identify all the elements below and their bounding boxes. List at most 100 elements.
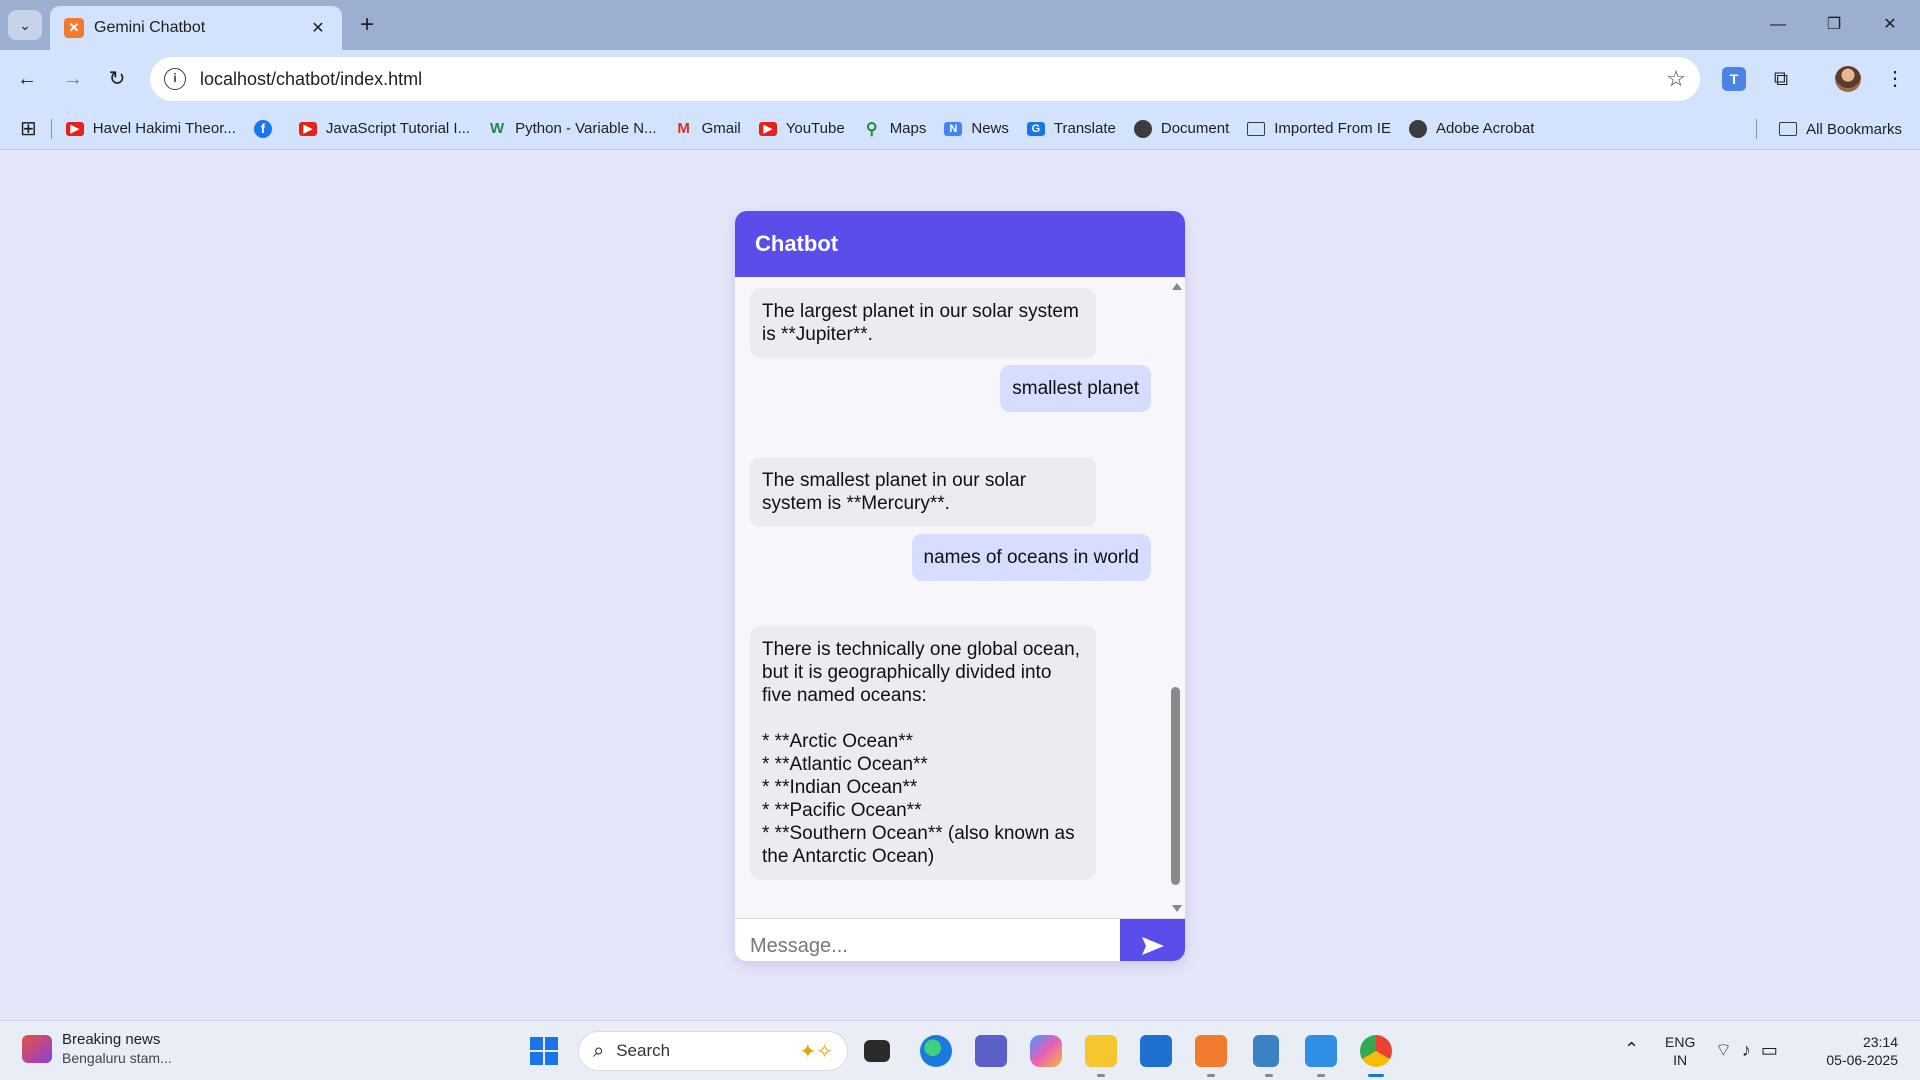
folder-icon	[1247, 121, 1266, 136]
bookmark-item[interactable]: Imported From IE	[1247, 120, 1391, 137]
system-tray[interactable]: ⌔♪▭	[1715, 1039, 1788, 1062]
taskbar: Breaking news Bengaluru stam... ⌕ Search…	[0, 1020, 1920, 1080]
youtube-icon: ▶	[758, 121, 777, 136]
forward-button[interactable]: →	[56, 62, 90, 96]
taskbar-search[interactable]: ⌕ Search ✦✧	[578, 1031, 848, 1071]
all-bookmarks-button[interactable]: All Bookmarks	[1779, 108, 1902, 150]
bookmarks-divider	[50, 118, 52, 139]
tab-search-button[interactable]: ⌄	[8, 10, 42, 40]
edge-icon[interactable]	[920, 1035, 952, 1067]
browser-toolbar: ← → ↻ i localhost/chatbot/index.html ☆ T…	[0, 50, 1920, 108]
xampp-icon[interactable]	[1195, 1035, 1227, 1077]
bookmark-item[interactable]: G Translate	[1026, 120, 1116, 137]
bookmark-item[interactable]: M Gmail	[675, 120, 740, 137]
chevron-up-icon[interactable]: ⌃	[1624, 1039, 1639, 1060]
chat-scrollbar[interactable]	[1169, 277, 1183, 918]
chrome-icon[interactable]	[1360, 1035, 1392, 1077]
scroll-up-arrow-icon[interactable]	[1172, 283, 1182, 290]
url-text[interactable]: localhost/chatbot/index.html	[200, 69, 1666, 90]
bot-message: The smallest planet in our solar system …	[750, 457, 1096, 527]
language-indicator[interactable]: ENG IN	[1665, 1033, 1695, 1069]
user-message: names of oceans in world	[911, 534, 1151, 581]
copilot-sparkle-icon: ✦✧	[799, 1040, 833, 1063]
bookmark-item[interactable]: ▶ Havel Hakimi Theor...	[65, 120, 236, 137]
scrollbar-thumb[interactable]	[1171, 687, 1180, 885]
avatar[interactable]	[1835, 66, 1861, 92]
w3schools-icon: W	[490, 120, 505, 137]
message-input[interactable]	[735, 919, 1120, 961]
maps-icon: ⚲	[865, 120, 878, 138]
globe-icon	[1133, 119, 1152, 138]
volume-icon: ♪	[1741, 1040, 1761, 1060]
tab-title: Gemini Chatbot	[94, 19, 206, 36]
chevron-down-icon: ⌄	[19, 16, 31, 33]
close-window-button[interactable]: ✕	[1870, 10, 1910, 40]
windows-start-icon[interactable]	[530, 1037, 558, 1065]
news-title: Breaking news	[62, 1031, 161, 1048]
close-tab-icon[interactable]: ✕	[308, 18, 328, 38]
reload-button[interactable]: ↻	[100, 62, 134, 96]
all-bookmarks-label: All Bookmarks	[1806, 120, 1902, 138]
chatbot-widget: Chatbot The largest planet in our solar …	[735, 211, 1185, 961]
bookmark-label: Imported From IE	[1274, 120, 1391, 137]
copilot-icon[interactable]	[1030, 1035, 1062, 1067]
minimize-button[interactable]: —	[1758, 10, 1798, 40]
bookmark-label: Havel Hakimi Theor...	[92, 120, 236, 137]
bot-message: The largest planet in our solar system i…	[750, 288, 1096, 358]
bookmark-label: Maps	[889, 120, 927, 137]
chat-title: Chatbot	[755, 231, 839, 256]
bookmark-item[interactable]: ▶ JavaScript Tutorial I...	[298, 120, 471, 137]
language-code: ENG	[1665, 1034, 1696, 1050]
bookmark-item[interactable]: N News	[944, 120, 1009, 137]
bookmark-star-icon[interactable]: ☆	[1666, 66, 1686, 92]
back-button[interactable]: ←	[10, 62, 44, 96]
bookmark-item[interactable]: f	[253, 119, 281, 138]
bot-message: There is technically one global ocean, b…	[750, 626, 1096, 880]
apps-grid-icon[interactable]: ⊞	[20, 116, 37, 141]
scroll-down-arrow-icon[interactable]	[1172, 905, 1182, 912]
taskbar-search-label: Search	[616, 1041, 671, 1060]
bookmarks-bar: ⊞ ▶ Havel Hakimi Theor... f ▶ JavaScript T…	[0, 108, 1920, 150]
news-widget[interactable]: Breaking news Bengaluru stam...	[22, 1031, 172, 1066]
clock-date: 05-06-2025	[1826, 1052, 1898, 1068]
chat-messages[interactable]: The largest planet in our solar system i…	[735, 277, 1185, 918]
search-icon: ⌕	[593, 1039, 605, 1062]
bookmark-label: Python - Variable N...	[515, 120, 657, 137]
teams-icon[interactable]	[975, 1035, 1007, 1067]
clock[interactable]: 23:14 05-06-2025	[1826, 1033, 1898, 1069]
bookmark-label: Translate	[1053, 120, 1116, 137]
bookmark-label: JavaScript Tutorial I...	[325, 120, 471, 137]
news-subtitle: Bengaluru stam...	[62, 1050, 172, 1066]
menu-kebab-icon[interactable]: ⋮	[1880, 64, 1910, 94]
extension-icon[interactable]: T	[1722, 67, 1746, 91]
address-bar[interactable]: i localhost/chatbot/index.html ☆	[150, 57, 1700, 101]
extensions-puzzle-icon[interactable]: ⧉	[1766, 64, 1796, 94]
bookmark-item[interactable]: Document	[1133, 119, 1229, 138]
bookmark-item[interactable]: W Python - Variable N...	[488, 120, 657, 137]
microsoft-store-icon[interactable]	[1140, 1035, 1172, 1067]
bookmark-label: News	[971, 120, 1009, 137]
chat-header: Chatbot	[735, 211, 1185, 277]
bookmark-item[interactable]: Adobe Acrobat	[1408, 119, 1534, 138]
browser-tab[interactable]: ✕ Gemini Chatbot ✕	[50, 6, 342, 50]
battery-icon: ▭	[1760, 1040, 1788, 1060]
send-button[interactable]	[1120, 919, 1185, 961]
new-tab-button[interactable]: +	[352, 10, 382, 40]
translate-icon: G	[1026, 121, 1045, 136]
send-icon	[1141, 937, 1164, 955]
browser-titlebar: ⌄ ✕ Gemini Chatbot ✕ + — ❐ ✕	[0, 0, 1920, 50]
chat-input-row	[735, 918, 1185, 961]
bookmarks-divider	[1756, 119, 1757, 139]
site-info-icon[interactable]: i	[164, 68, 186, 90]
vscode-icon[interactable]	[1305, 1035, 1337, 1077]
file-explorer-icon[interactable]	[1085, 1035, 1117, 1077]
news-icon: N	[944, 121, 963, 136]
bookmark-item[interactable]: ▶ YouTube	[758, 120, 845, 137]
restore-button[interactable]: ❐	[1814, 10, 1854, 40]
clock-time: 23:14	[1862, 1034, 1898, 1050]
task-view-icon[interactable]	[864, 1040, 890, 1062]
globe-icon	[1408, 119, 1427, 138]
gmail-icon: M	[677, 120, 690, 137]
bookmark-item[interactable]: ⚲ Maps	[863, 120, 927, 138]
notepad-icon[interactable]	[1253, 1035, 1279, 1077]
